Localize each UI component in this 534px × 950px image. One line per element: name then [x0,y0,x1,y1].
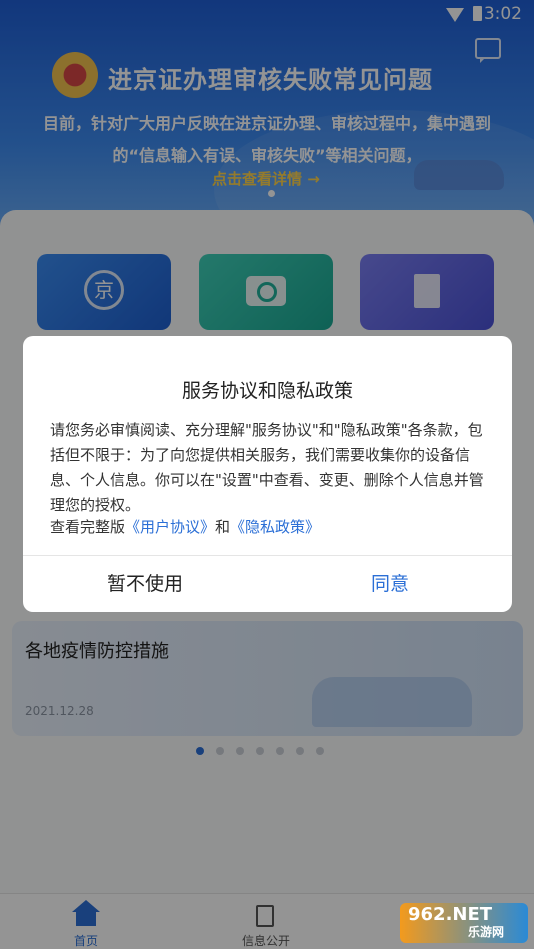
agree-button[interactable]: 同意 [268,556,512,612]
links-prefix: 查看完整版 [50,518,126,536]
dialog-body: 请您务必审慎阅读、充分理解"服务协议"和"隐私政策"各条款，包括但不限于：为了向… [50,421,484,514]
watermark-top: 962.NET [408,904,493,925]
privacy-policy-link[interactable]: 《隐私政策》 [230,518,320,536]
decline-button[interactable]: 暂不使用 [23,556,267,612]
watermark-bottom: 乐游网 [468,925,505,939]
links-and: 和 [215,518,231,536]
watermark-logo: 962.NET 乐游网 [400,903,528,943]
privacy-dialog: 服务协议和隐私政策 请您务必审慎阅读、充分理解"服务协议"和"隐私政策"各条款，… [23,336,512,612]
user-agreement-link[interactable]: 《用户协议》 [125,518,215,536]
dialog-links: 查看完整版《用户协议》和《隐私政策》 [50,516,320,537]
dialog-title: 服务协议和隐私政策 [181,380,353,402]
